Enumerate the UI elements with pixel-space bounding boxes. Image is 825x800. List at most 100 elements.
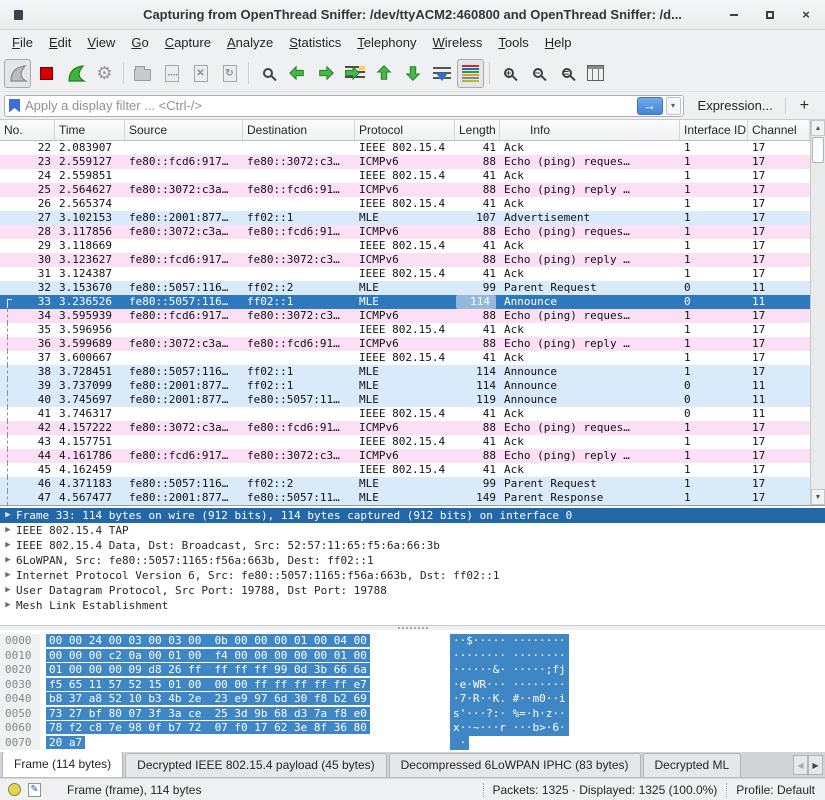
previous-packet-icon[interactable]: [283, 59, 310, 88]
ascii-bytes[interactable]: ··$····· ········: [450, 634, 569, 649]
expand-arrow-icon[interactable]: ▶: [0, 538, 16, 553]
packet-row[interactable]: 252.564627fe80::3072:c3a…fe80::fcd6:91…I…: [0, 183, 810, 197]
colorize-icon[interactable]: [457, 59, 484, 88]
capture-options-icon[interactable]: ⚙: [91, 59, 118, 88]
packet-row[interactable]: 333.236526fe80::5057:116…ff02::1MLE114An…: [0, 295, 810, 309]
resize-columns-icon[interactable]: [582, 59, 609, 88]
start-capture-icon[interactable]: [4, 59, 31, 88]
display-filter-input[interactable]: [25, 98, 637, 113]
next-packet-icon[interactable]: [312, 59, 339, 88]
detail-row[interactable]: ▶Frame 33: 114 bytes on wire (912 bits),…: [0, 508, 825, 523]
packet-row[interactable]: 413.746317IEEE 802.15.441Ack011: [0, 407, 810, 421]
packet-row[interactable]: 403.745697fe80::2001:877…fe80::5057:11…M…: [0, 393, 810, 407]
column-header-no[interactable]: No.: [0, 120, 55, 140]
packet-row[interactable]: 323.153670fe80::5057:116…ff02::2MLE99Par…: [0, 281, 810, 295]
hex-row[interactable]: 007020 a7 ·: [0, 736, 825, 751]
apply-filter-button[interactable]: →: [637, 97, 663, 115]
packet-row[interactable]: 363.599689fe80::3072:c3a…fe80::fcd6:91…I…: [0, 337, 810, 351]
hex-row[interactable]: 0030f5 65 11 57 52 15 01 00 00 00 ff ff …: [0, 678, 825, 693]
menu-analyze[interactable]: Analyze: [219, 32, 281, 53]
filter-bookmark-icon[interactable]: [9, 99, 20, 113]
scroll-down-icon[interactable]: ▼: [811, 489, 825, 505]
display-filter-field[interactable]: → ▾: [4, 95, 684, 117]
add-filter-button[interactable]: +: [786, 97, 819, 115]
go-to-packet-icon[interactable]: [341, 59, 368, 88]
hex-row[interactable]: 002001 00 00 00 09 d8 26 ff ff ff ff 99 …: [0, 663, 825, 678]
tab-scroll-right-icon[interactable]: ▶: [808, 755, 823, 775]
capture-comment-icon[interactable]: ✎: [28, 783, 41, 797]
hex-bytes[interactable]: 00 00 24 00 03 00 03 00 0b 00 00 00 01 0…: [46, 634, 370, 647]
detail-row[interactable]: ▶6LoWPAN, Src: fe80::5057:1165:f56a:663b…: [0, 553, 825, 568]
packet-row[interactable]: 393.737099fe80::2001:877…ff02::1MLE114An…: [0, 379, 810, 393]
open-file-icon[interactable]: [129, 59, 156, 88]
zoom-in-icon[interactable]: +: [495, 59, 522, 88]
packet-row[interactable]: 283.117856fe80::3072:c3a…fe80::fcd6:91…I…: [0, 225, 810, 239]
zoom-reset-icon[interactable]: =: [553, 59, 580, 88]
ascii-bytes[interactable]: ·e·WR··· ········: [450, 678, 569, 693]
menu-edit[interactable]: Edit: [41, 32, 79, 53]
packet-row[interactable]: 464.371183fe80::5057:116…ff02::2MLE99Par…: [0, 477, 810, 491]
expand-arrow-icon[interactable]: ▶: [0, 598, 16, 613]
packet-row[interactable]: 353.596956IEEE 802.15.441Ack117: [0, 323, 810, 337]
column-header-info[interactable]: Info: [500, 120, 680, 140]
filter-dropdown-icon[interactable]: ▾: [666, 97, 681, 115]
hex-bytes[interactable]: 01 00 00 00 09 d8 26 ff ff ff ff 99 0d 3…: [46, 663, 370, 676]
column-header-source[interactable]: Source: [125, 120, 243, 140]
ascii-bytes[interactable]: ·: [450, 736, 469, 751]
detail-row[interactable]: ▶Internet Protocol Version 6, Src: fe80:…: [0, 568, 825, 583]
zoom-out-icon[interactable]: −: [524, 59, 551, 88]
hex-row[interactable]: 005073 27 bf 80 07 3f 3a ce 25 3d 9b 68 …: [0, 707, 825, 722]
packet-row[interactable]: 242.559851IEEE 802.15.441Ack117: [0, 169, 810, 183]
packet-row[interactable]: 262.565374IEEE 802.15.441Ack117: [0, 197, 810, 211]
hex-row[interactable]: 006078 f2 c8 7e 98 0f b7 72 07 f0 17 62 …: [0, 721, 825, 736]
expression-button[interactable]: Expression...: [684, 98, 785, 113]
column-header-time[interactable]: Time: [55, 120, 125, 140]
expand-arrow-icon[interactable]: ▶: [0, 523, 16, 538]
column-header-length[interactable]: Length: [455, 120, 500, 140]
menu-file[interactable]: File: [4, 32, 41, 53]
expert-info-icon[interactable]: [8, 783, 21, 796]
menu-tools[interactable]: Tools: [490, 32, 536, 53]
byte-view-tab[interactable]: Decompressed 6LoWPAN IPHC (83 bytes): [389, 753, 641, 777]
hex-bytes[interactable]: 00 00 00 c2 0a 00 01 00 f4 00 00 00 00 0…: [46, 649, 370, 662]
column-header-protocol[interactable]: Protocol: [355, 120, 455, 140]
expand-arrow-icon[interactable]: ▶: [0, 583, 16, 598]
byte-view-tab[interactable]: Decrypted IEEE 802.15.4 payload (45 byte…: [125, 753, 386, 777]
restart-capture-icon[interactable]: [62, 59, 89, 88]
packet-row[interactable]: 434.157751IEEE 802.15.441Ack117: [0, 435, 810, 449]
ascii-bytes[interactable]: ······&· ·····;fj: [450, 663, 569, 678]
close-button[interactable]: ×: [799, 8, 813, 22]
hex-bytes[interactable]: b8 37 a8 52 10 b3 4b 2e 23 e9 97 6d 30 f…: [46, 692, 370, 705]
byte-view-tab[interactable]: Frame (114 bytes): [2, 752, 123, 777]
maximize-button[interactable]: [763, 8, 777, 22]
close-file-icon[interactable]: ✕: [187, 59, 214, 88]
expand-arrow-icon[interactable]: ▶: [0, 553, 16, 568]
hex-bytes[interactable]: 20 a7: [46, 736, 85, 749]
reload-file-icon[interactable]: ↻: [216, 59, 243, 88]
ascii-bytes[interactable]: s'···?:· %=·h·z··: [450, 707, 569, 722]
detail-row[interactable]: ▶IEEE 802.15.4 Data, Dst: Broadcast, Src…: [0, 538, 825, 553]
menu-statistics[interactable]: Statistics: [281, 32, 349, 53]
packet-row[interactable]: 343.595939fe80::fcd6:917…fe80::3072:c3…I…: [0, 309, 810, 323]
find-packet-icon[interactable]: [254, 59, 281, 88]
status-profile[interactable]: Profile: Default: [736, 783, 825, 797]
hex-row[interactable]: 000000 00 24 00 03 00 03 00 0b 00 00 00 …: [0, 634, 825, 649]
detail-row[interactable]: ▶IEEE 802.15.4 TAP: [0, 523, 825, 538]
hex-bytes[interactable]: 73 27 bf 80 07 3f 3a ce 25 3d 9b 68 d3 7…: [46, 707, 370, 720]
menu-view[interactable]: View: [79, 32, 123, 53]
menu-wireless[interactable]: Wireless: [425, 32, 491, 53]
packet-row[interactable]: 273.102153fe80::2001:877…ff02::1MLE107Ad…: [0, 211, 810, 225]
menu-help[interactable]: Help: [537, 32, 580, 53]
hex-row[interactable]: 001000 00 00 c2 0a 00 01 00 f4 00 00 00 …: [0, 649, 825, 664]
byte-view-tab[interactable]: Decrypted ML: [643, 753, 742, 777]
packet-row[interactable]: 373.600667IEEE 802.15.441Ack117: [0, 351, 810, 365]
packet-row[interactable]: 303.123627fe80::fcd6:917…fe80::3072:c3…I…: [0, 253, 810, 267]
menu-capture[interactable]: Capture: [157, 32, 219, 53]
detail-row[interactable]: ▶Mesh Link Establishment: [0, 598, 825, 613]
packet-row[interactable]: 293.118669IEEE 802.15.441Ack117: [0, 239, 810, 253]
packet-row[interactable]: 424.157222fe80::3072:c3a…fe80::fcd6:91…I…: [0, 421, 810, 435]
tab-scroll-left-icon[interactable]: ◀: [793, 755, 808, 775]
ascii-bytes[interactable]: x··~···r ···b>·6·: [450, 721, 569, 736]
menu-go[interactable]: Go: [123, 32, 156, 53]
ascii-bytes[interactable]: ········ ········: [450, 649, 569, 664]
